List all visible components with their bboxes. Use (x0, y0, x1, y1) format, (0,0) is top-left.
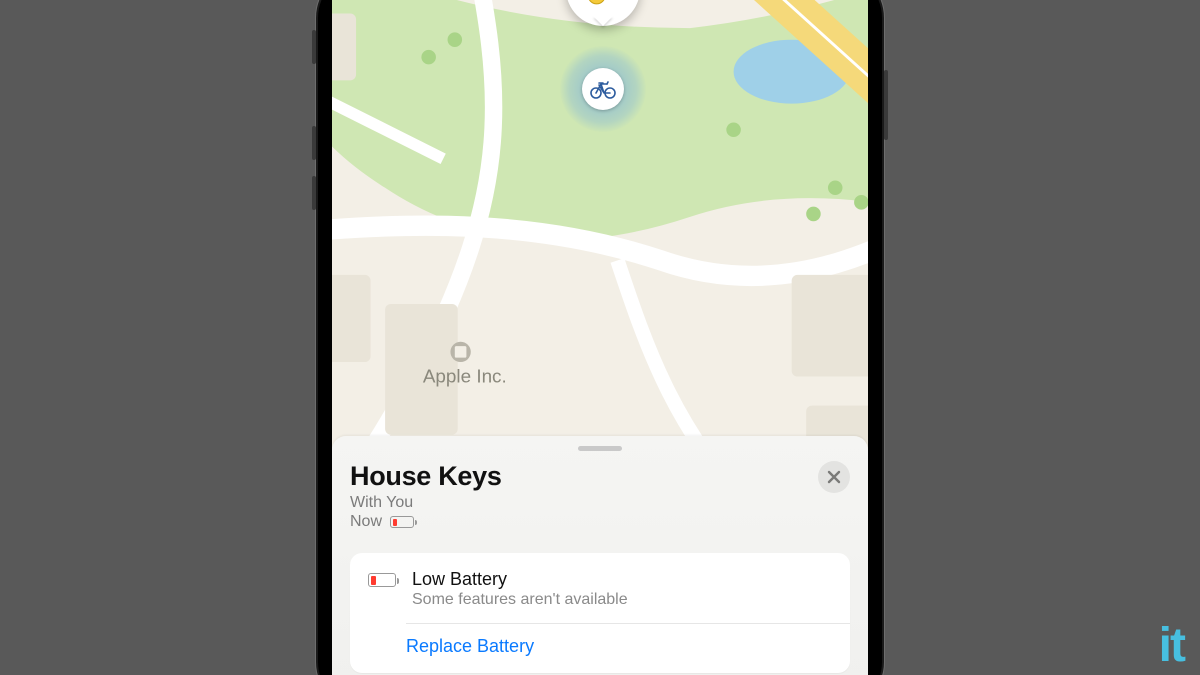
alert-title: Low Battery (412, 569, 628, 590)
bicycle-icon (590, 79, 616, 99)
watermark: it (1159, 618, 1184, 673)
close-button[interactable] (818, 461, 850, 493)
replace-battery-button[interactable]: Replace Battery (350, 624, 850, 673)
close-icon (827, 470, 841, 484)
secondary-location-pin[interactable] (582, 68, 624, 110)
battery-low-icon (390, 516, 414, 528)
low-battery-card: Low Battery Some features aren't availab… (350, 553, 850, 673)
item-detail-sheet[interactable]: House Keys With You Now (332, 436, 868, 675)
item-status-line1: With You (350, 494, 502, 512)
item-title: House Keys (350, 461, 502, 492)
phone-frame: Apple Inc. (318, 0, 882, 675)
item-status-line2: Now (350, 513, 382, 531)
battery-low-icon (368, 573, 396, 587)
alert-subtitle: Some features aren't available (412, 591, 628, 609)
sheet-grabber[interactable] (578, 446, 622, 451)
key-icon (580, 0, 626, 12)
map-poi-label: Apple Inc. (423, 365, 507, 386)
phone-screen: Apple Inc. (332, 0, 868, 675)
